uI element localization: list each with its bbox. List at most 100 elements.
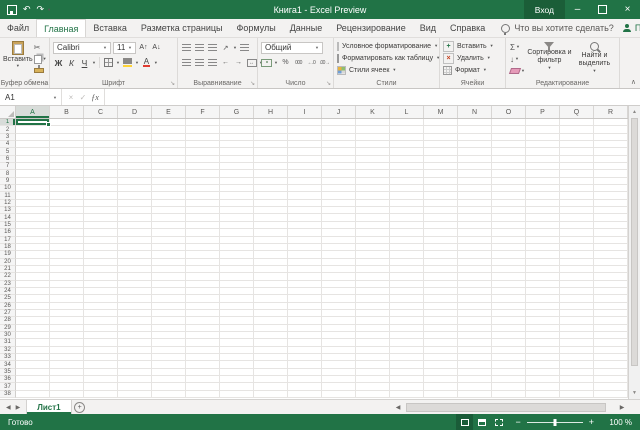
cell-L1[interactable] <box>390 119 424 126</box>
cell-A24[interactable] <box>16 288 50 295</box>
cell-B24[interactable] <box>50 288 84 295</box>
cell-Q3[interactable] <box>560 134 594 141</box>
cell-E2[interactable] <box>152 126 186 133</box>
cell-M35[interactable] <box>424 369 458 376</box>
cell-O14[interactable] <box>492 214 526 221</box>
cell-Q30[interactable] <box>560 332 594 339</box>
cell-H4[interactable] <box>254 141 288 148</box>
cell-K23[interactable] <box>356 281 390 288</box>
cell-B26[interactable] <box>50 303 84 310</box>
cell-O31[interactable] <box>492 339 526 346</box>
cell-D4[interactable] <box>118 141 152 148</box>
cell-M2[interactable] <box>424 126 458 133</box>
cell-Q7[interactable] <box>560 163 594 170</box>
cell-F33[interactable] <box>186 354 220 361</box>
cell-O17[interactable] <box>492 237 526 244</box>
cell-A36[interactable] <box>16 376 50 383</box>
cell-A16[interactable] <box>16 229 50 236</box>
cell-B14[interactable] <box>50 214 84 221</box>
cell-I15[interactable] <box>288 222 322 229</box>
select-all-corner[interactable] <box>0 106 16 118</box>
cell-F30[interactable] <box>186 332 220 339</box>
cell-J21[interactable] <box>322 266 356 273</box>
cell-M29[interactable] <box>424 325 458 332</box>
cell-E3[interactable] <box>152 134 186 141</box>
cell-Q6[interactable] <box>560 156 594 163</box>
cell-L5[interactable] <box>390 148 424 155</box>
cell-F24[interactable] <box>186 288 220 295</box>
column-header-I[interactable]: I <box>288 106 322 118</box>
cell-D12[interactable] <box>118 200 152 207</box>
wrap-text-button[interactable] <box>239 41 250 54</box>
cell-Q14[interactable] <box>560 214 594 221</box>
cell-F22[interactable] <box>186 273 220 280</box>
cell-B17[interactable] <box>50 237 84 244</box>
cell-N24[interactable] <box>458 288 492 295</box>
cell-O32[interactable] <box>492 347 526 354</box>
cell-P35[interactable] <box>526 369 560 376</box>
cell-J28[interactable] <box>322 317 356 324</box>
cell-H36[interactable] <box>254 376 288 383</box>
cell-G6[interactable] <box>220 156 254 163</box>
cell-L32[interactable] <box>390 347 424 354</box>
cell-R30[interactable] <box>594 332 628 339</box>
cell-G7[interactable] <box>220 163 254 170</box>
cell-D9[interactable] <box>118 178 152 185</box>
cell-O28[interactable] <box>492 317 526 324</box>
cell-R16[interactable] <box>594 229 628 236</box>
row-header-8[interactable]: 8 <box>0 170 16 177</box>
cell-M38[interactable] <box>424 391 458 398</box>
cell-E16[interactable] <box>152 229 186 236</box>
cell-H2[interactable] <box>254 126 288 133</box>
cell-R34[interactable] <box>594 361 628 368</box>
autosum-button[interactable]: Σ▼ <box>509 42 526 53</box>
tab-page-layout[interactable]: Разметка страницы <box>134 19 230 37</box>
cell-N4[interactable] <box>458 141 492 148</box>
cell-B35[interactable] <box>50 369 84 376</box>
cell-O2[interactable] <box>492 126 526 133</box>
cell-H37[interactable] <box>254 383 288 390</box>
cell-J4[interactable] <box>322 141 356 148</box>
cell-I36[interactable] <box>288 376 322 383</box>
cell-P16[interactable] <box>526 229 560 236</box>
cell-A8[interactable] <box>16 170 50 177</box>
cell-O25[interactable] <box>492 295 526 302</box>
cell-K1[interactable] <box>356 119 390 126</box>
cell-D8[interactable] <box>118 170 152 177</box>
cell-C12[interactable] <box>84 200 118 207</box>
cell-E10[interactable] <box>152 185 186 192</box>
row-header-6[interactable]: 6 <box>0 156 16 163</box>
cell-I34[interactable] <box>288 361 322 368</box>
cell-M7[interactable] <box>424 163 458 170</box>
scroll-up-icon[interactable]: ▲ <box>629 106 640 118</box>
cell-R31[interactable] <box>594 339 628 346</box>
row-header-38[interactable]: 38 <box>0 391 16 398</box>
cell-R14[interactable] <box>594 214 628 221</box>
cell-I21[interactable] <box>288 266 322 273</box>
cell-C14[interactable] <box>84 214 118 221</box>
font-dialog-launcher[interactable]: ↘ <box>170 81 175 87</box>
cell-I31[interactable] <box>288 339 322 346</box>
cell-E28[interactable] <box>152 317 186 324</box>
row-header-20[interactable]: 20 <box>0 259 16 266</box>
cell-N13[interactable] <box>458 207 492 214</box>
cell-G3[interactable] <box>220 134 254 141</box>
normal-view-button[interactable] <box>456 414 473 430</box>
cell-A25[interactable] <box>16 295 50 302</box>
cell-A32[interactable] <box>16 347 50 354</box>
cell-P17[interactable] <box>526 237 560 244</box>
cell-E8[interactable] <box>152 170 186 177</box>
cell-G19[interactable] <box>220 251 254 258</box>
cell-J26[interactable] <box>322 303 356 310</box>
column-header-Q[interactable]: Q <box>560 106 594 118</box>
cell-O4[interactable] <box>492 141 526 148</box>
cell-F11[interactable] <box>186 192 220 199</box>
cell-K27[interactable] <box>356 310 390 317</box>
cell-J15[interactable] <box>322 222 356 229</box>
cell-A18[interactable] <box>16 244 50 251</box>
cell-L27[interactable] <box>390 310 424 317</box>
cell-H18[interactable] <box>254 244 288 251</box>
cell-A3[interactable] <box>16 134 50 141</box>
cell-M24[interactable] <box>424 288 458 295</box>
cell-O29[interactable] <box>492 325 526 332</box>
